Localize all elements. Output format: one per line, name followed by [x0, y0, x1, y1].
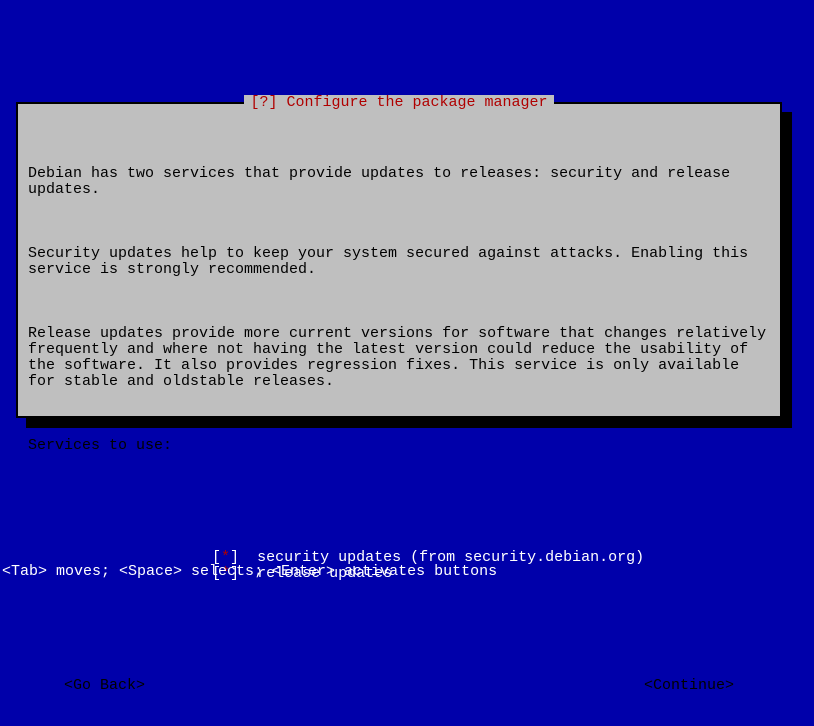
go-back-button[interactable]: <Go Back>	[64, 678, 145, 694]
configure-package-manager-dialog: [?] Configure the package manager Debian…	[16, 102, 782, 418]
dialog-shadow-right	[782, 112, 792, 428]
dialog-title: [?] Configure the package manager	[244, 95, 553, 111]
services-prompt: Services to use:	[28, 438, 770, 454]
intro-text-3: Release updates provide more current ver…	[28, 326, 770, 390]
keybinding-hint: <Tab> moves; <Space> selects; <Enter> ac…	[2, 564, 497, 580]
intro-text-2: Security updates help to keep your syste…	[28, 246, 770, 278]
continue-button[interactable]: <Continue>	[644, 678, 734, 694]
intro-text-1: Debian has two services that provide upd…	[28, 166, 770, 198]
